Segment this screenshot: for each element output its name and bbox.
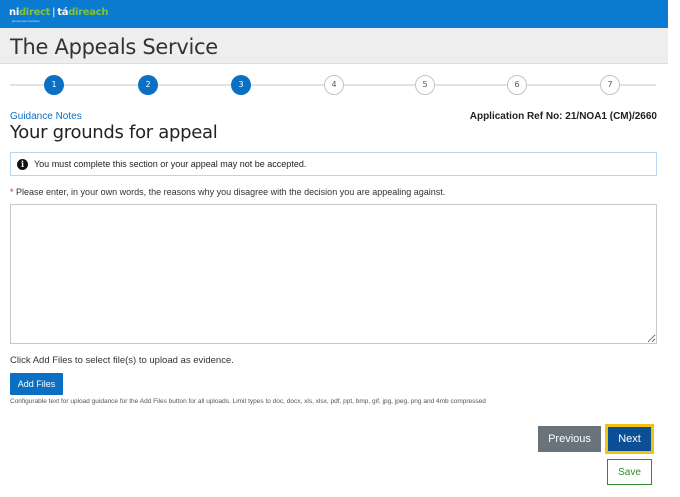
- save-button[interactable]: Save: [607, 459, 652, 485]
- logo-text-direct: direct: [18, 7, 51, 18]
- logo-text-ni: ni: [9, 7, 19, 18]
- logo-text-direach: direach: [68, 7, 109, 18]
- grounds-label: * Please enter, in your own words, the r…: [10, 187, 445, 197]
- nidirect-logo[interactable]: nidirect | tádireach: [9, 7, 108, 19]
- step-7: 7: [600, 75, 620, 95]
- warning-alert: i You must complete this section or your…: [10, 152, 657, 176]
- step-1: 1: [44, 75, 64, 95]
- logo-subtitle: government services: [12, 19, 40, 23]
- guidance-notes-link[interactable]: Guidance Notes: [10, 111, 82, 122]
- info-icon: i: [17, 159, 28, 170]
- step-3: 3: [231, 75, 251, 95]
- previous-button[interactable]: Previous: [538, 426, 601, 452]
- add-files-button[interactable]: Add Files: [10, 373, 63, 395]
- grounds-label-text: Please enter, in your own words, the rea…: [13, 187, 446, 197]
- progress-stepper: 1 2 3 4 5 6 7: [10, 72, 656, 96]
- logo-separator: |: [52, 7, 56, 18]
- logo-text-ta: tá: [57, 7, 69, 18]
- service-header: The Appeals Service: [0, 28, 668, 64]
- next-button[interactable]: Next: [605, 424, 654, 454]
- step-2: 2: [138, 75, 158, 95]
- service-title: The Appeals Service: [10, 35, 218, 59]
- step-4: 4: [324, 75, 344, 95]
- step-6: 6: [507, 75, 527, 95]
- page-title: Your grounds for appeal: [10, 122, 218, 143]
- grounds-textarea[interactable]: [10, 204, 657, 344]
- alert-text: You must complete this section or your a…: [34, 159, 307, 169]
- step-5: 5: [415, 75, 435, 95]
- top-banner: nidirect | tádireach government services: [0, 0, 668, 28]
- upload-guidance-text: Configurable text for upload guidance fo…: [10, 398, 486, 405]
- application-ref: Application Ref No: 21/NOA1 (CM)/2660: [469, 111, 657, 122]
- upload-hint: Click Add Files to select file(s) to upl…: [10, 355, 234, 366]
